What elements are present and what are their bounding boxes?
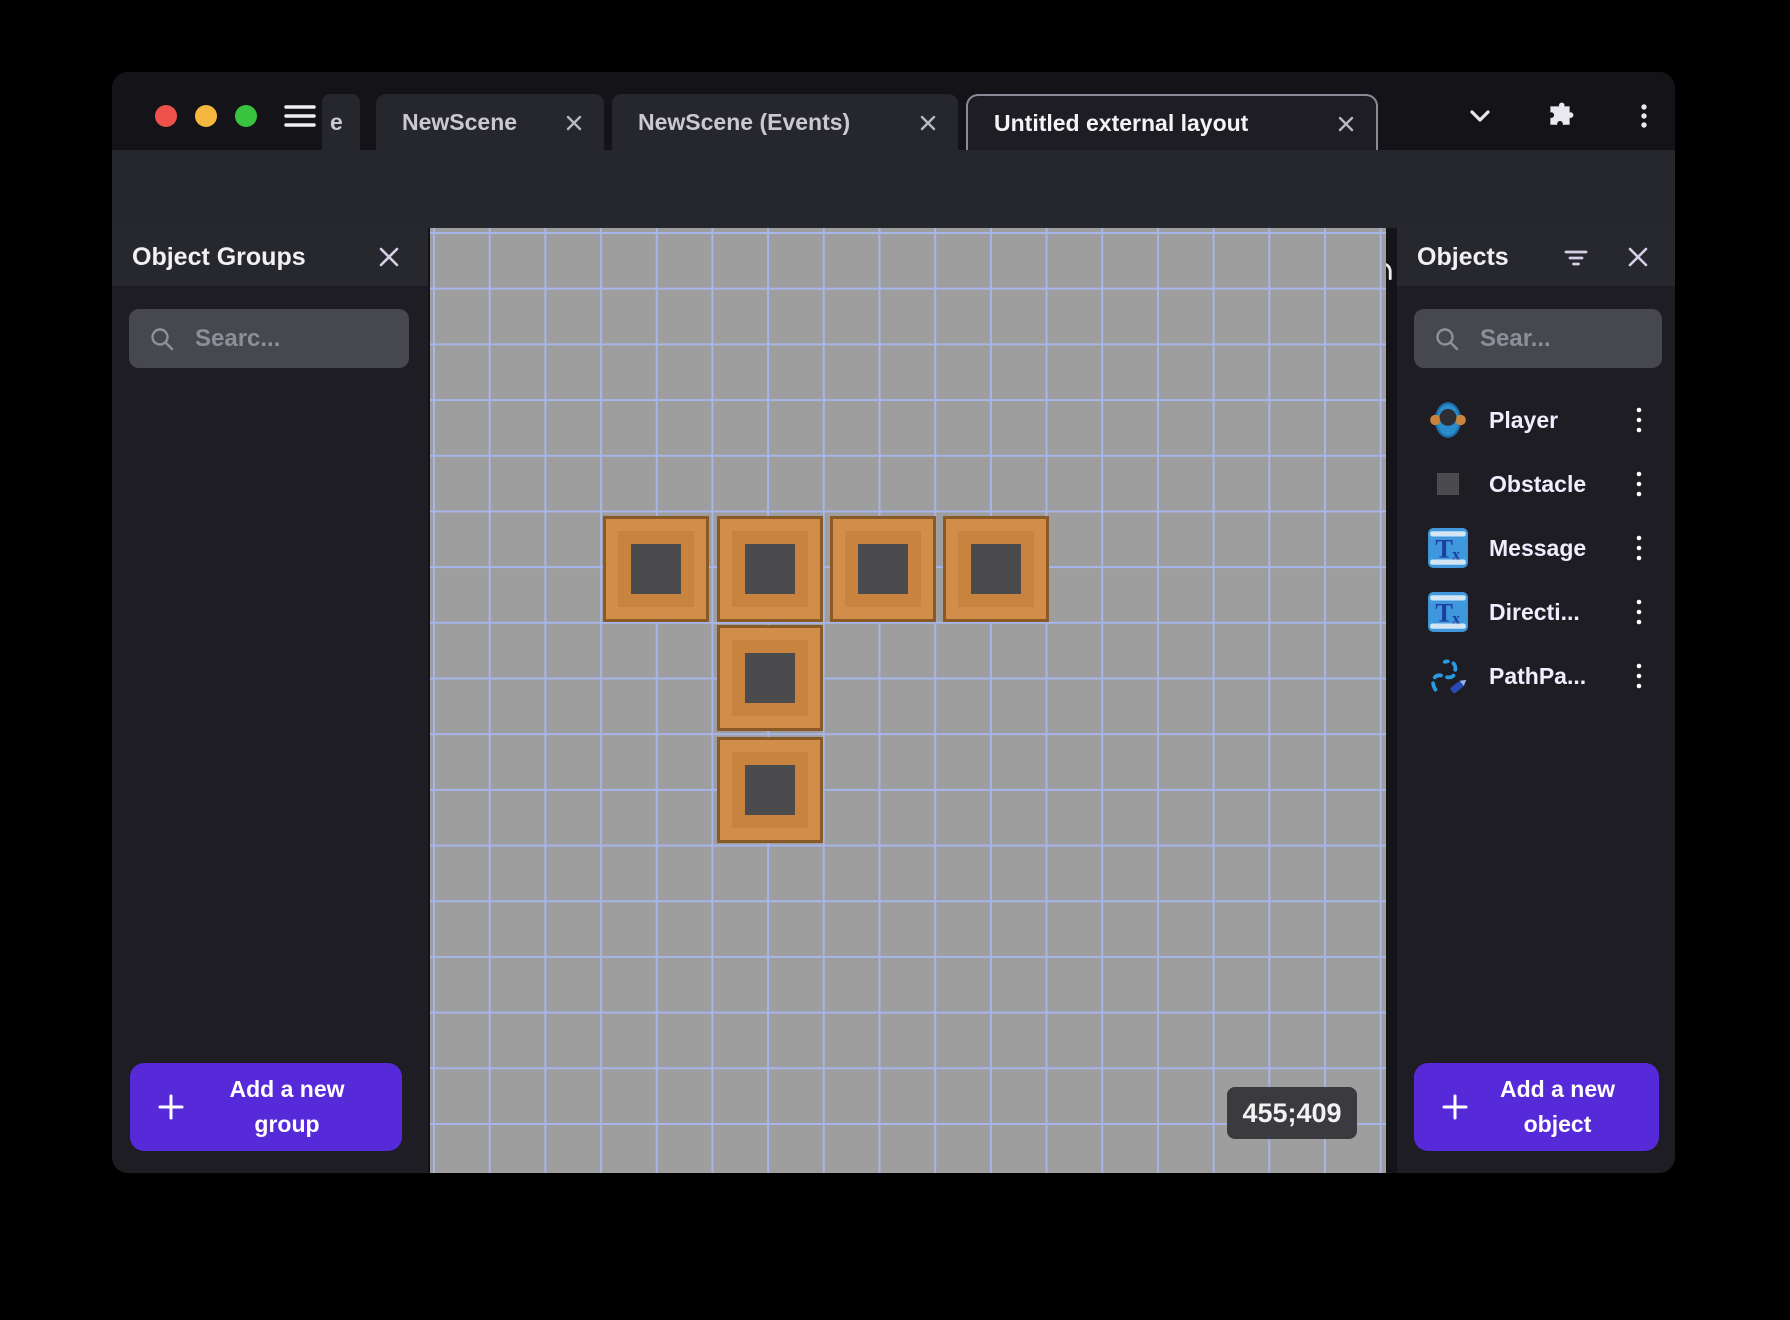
text-object-icon: T x [1427,527,1469,569]
more-options-icon[interactable] [1630,102,1658,130]
extensions-puzzle-icon[interactable] [1546,102,1574,130]
add-group-label: Add a new group [186,1072,388,1142]
obstacle-instance-core [971,544,1021,594]
add-group-button[interactable]: Add a new group [130,1063,402,1151]
obstacle-instance-core [631,544,681,594]
tab-truncated[interactable]: e [322,94,360,150]
tab-close-icon[interactable] [564,112,584,132]
plus-icon [1440,1092,1470,1122]
zoom-window-button[interactable] [235,105,257,127]
toolbar: Preview Publish [112,150,1675,228]
tab-close-icon[interactable] [1336,113,1356,133]
object-name: Directi... [1489,599,1580,626]
tab-label: Untitled external layout [968,110,1248,137]
obstacle-instance-core [745,544,795,594]
objects-panel: Objects [1397,228,1675,1173]
obstacle-instance[interactable] [717,737,823,843]
add-object-button[interactable]: Add a new object [1414,1063,1659,1151]
close-panel-icon[interactable] [1625,244,1651,270]
tab-truncated-label: e [330,109,343,136]
object-row-obstacle[interactable]: Obstacle [1397,452,1675,516]
obstacle-instance[interactable] [830,516,936,622]
svg-text:x: x [1452,547,1460,564]
svg-text:T: T [1435,598,1453,627]
obstacle-instance[interactable] [717,516,823,622]
obstacle-instance[interactable] [717,625,823,731]
object-row-directions[interactable]: T x Directi... [1397,580,1675,644]
search-icon [149,326,175,352]
screenshot-stage: e NewScene NewScene (Events) Untitled ex… [0,0,1790,1320]
object-name: Obstacle [1489,471,1586,498]
objects-header: Objects [1397,228,1675,286]
add-object-label: Add a new object [1470,1072,1645,1142]
object-menu-icon[interactable] [1629,660,1649,692]
minimize-window-button[interactable] [195,105,217,127]
obstacle-instance[interactable] [943,516,1049,622]
tab-newscene[interactable]: NewScene [376,94,604,150]
tab-label: NewScene (Events) [612,109,850,136]
plus-icon [156,1092,186,1122]
main-menu-icon[interactable] [284,103,316,129]
path-paint-icon [1427,655,1469,697]
obstacle-icon [1427,463,1469,505]
object-menu-icon[interactable] [1629,596,1649,628]
objects-search-input[interactable] [1478,324,1631,354]
objects-search[interactable] [1414,309,1662,368]
svg-text:x: x [1452,611,1460,628]
object-row-player[interactable]: Player [1397,388,1675,452]
object-groups-search-input[interactable] [193,324,365,354]
scene-canvas[interactable]: 455;409 [430,228,1386,1173]
titlebar: e NewScene NewScene (Events) Untitled ex… [112,72,1675,150]
chevron-down-icon[interactable] [1466,102,1494,130]
search-icon [1434,326,1460,352]
filter-icon[interactable] [1563,244,1589,270]
object-menu-icon[interactable] [1629,404,1649,436]
tab-label: NewScene [376,109,517,136]
close-panel-icon[interactable] [376,244,402,270]
obstacle-instance-core [858,544,908,594]
app-window: e NewScene NewScene (Events) Untitled ex… [112,72,1675,1173]
svg-text:T: T [1435,534,1453,563]
object-menu-icon[interactable] [1629,468,1649,500]
object-groups-panel: Object Groups Add [112,228,428,1173]
object-groups-header: Object Groups [112,228,428,286]
tab-untitled-external-layout[interactable]: Untitled external layout [966,94,1378,150]
object-name: Player [1489,407,1558,434]
object-groups-title: Object Groups [132,243,306,272]
object-row-pathpaint[interactable]: PathPa... [1397,644,1675,708]
obstacle-instance[interactable] [603,516,709,622]
text-object-icon: T x [1427,591,1469,633]
object-name: Message [1489,535,1586,562]
obstacle-instance-core [745,765,795,815]
object-name: PathPa... [1489,663,1586,690]
tab-close-icon[interactable] [918,112,938,132]
object-row-message[interactable]: T x Message [1397,516,1675,580]
tab-newscene-events[interactable]: NewScene (Events) [612,94,958,150]
obstacle-instance-core [745,653,795,703]
close-window-button[interactable] [155,105,177,127]
object-groups-search[interactable] [129,309,409,368]
player-icon [1427,399,1469,441]
cursor-coordinates-badge: 455;409 [1227,1087,1357,1139]
object-menu-icon[interactable] [1629,532,1649,564]
objects-title: Objects [1417,243,1509,272]
